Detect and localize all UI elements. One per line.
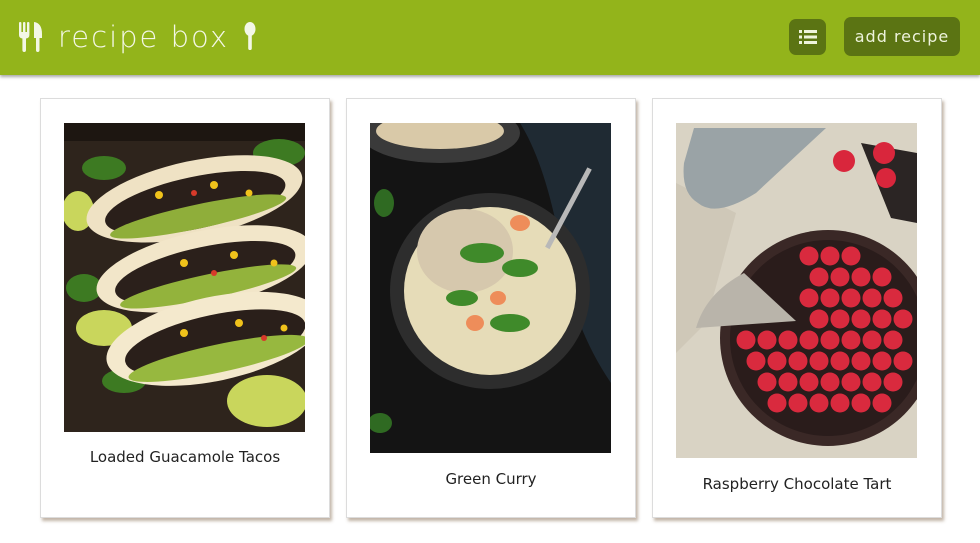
green-curry-photo	[370, 123, 611, 453]
raspberry-tart-photo	[676, 123, 917, 458]
recipe-title[interactable]: Green Curry	[347, 470, 635, 488]
app-title: recipe box	[58, 20, 230, 54]
recipe-card-tacos[interactable]: Loaded Guacamole Tacos	[40, 98, 330, 518]
recipe-title[interactable]: Raspberry Chocolate Tart	[653, 475, 941, 493]
spoon-icon	[244, 22, 256, 50]
list-view-button[interactable]	[789, 19, 826, 55]
fork-knife-icon	[19, 22, 42, 52]
add-recipe-button[interactable]: add recipe	[844, 17, 960, 56]
recipe-title[interactable]: Loaded Guacamole Tacos	[41, 448, 329, 466]
brand[interactable]: recipe box	[18, 14, 257, 60]
list-icon	[798, 30, 817, 44]
tacos-photo	[64, 123, 305, 432]
navbar: recipe box add recipe	[0, 0, 980, 75]
recipe-card-green-curry[interactable]: Green Curry	[346, 98, 636, 518]
recipe-card-raspberry-tart[interactable]: Raspberry Chocolate Tart	[652, 98, 942, 518]
